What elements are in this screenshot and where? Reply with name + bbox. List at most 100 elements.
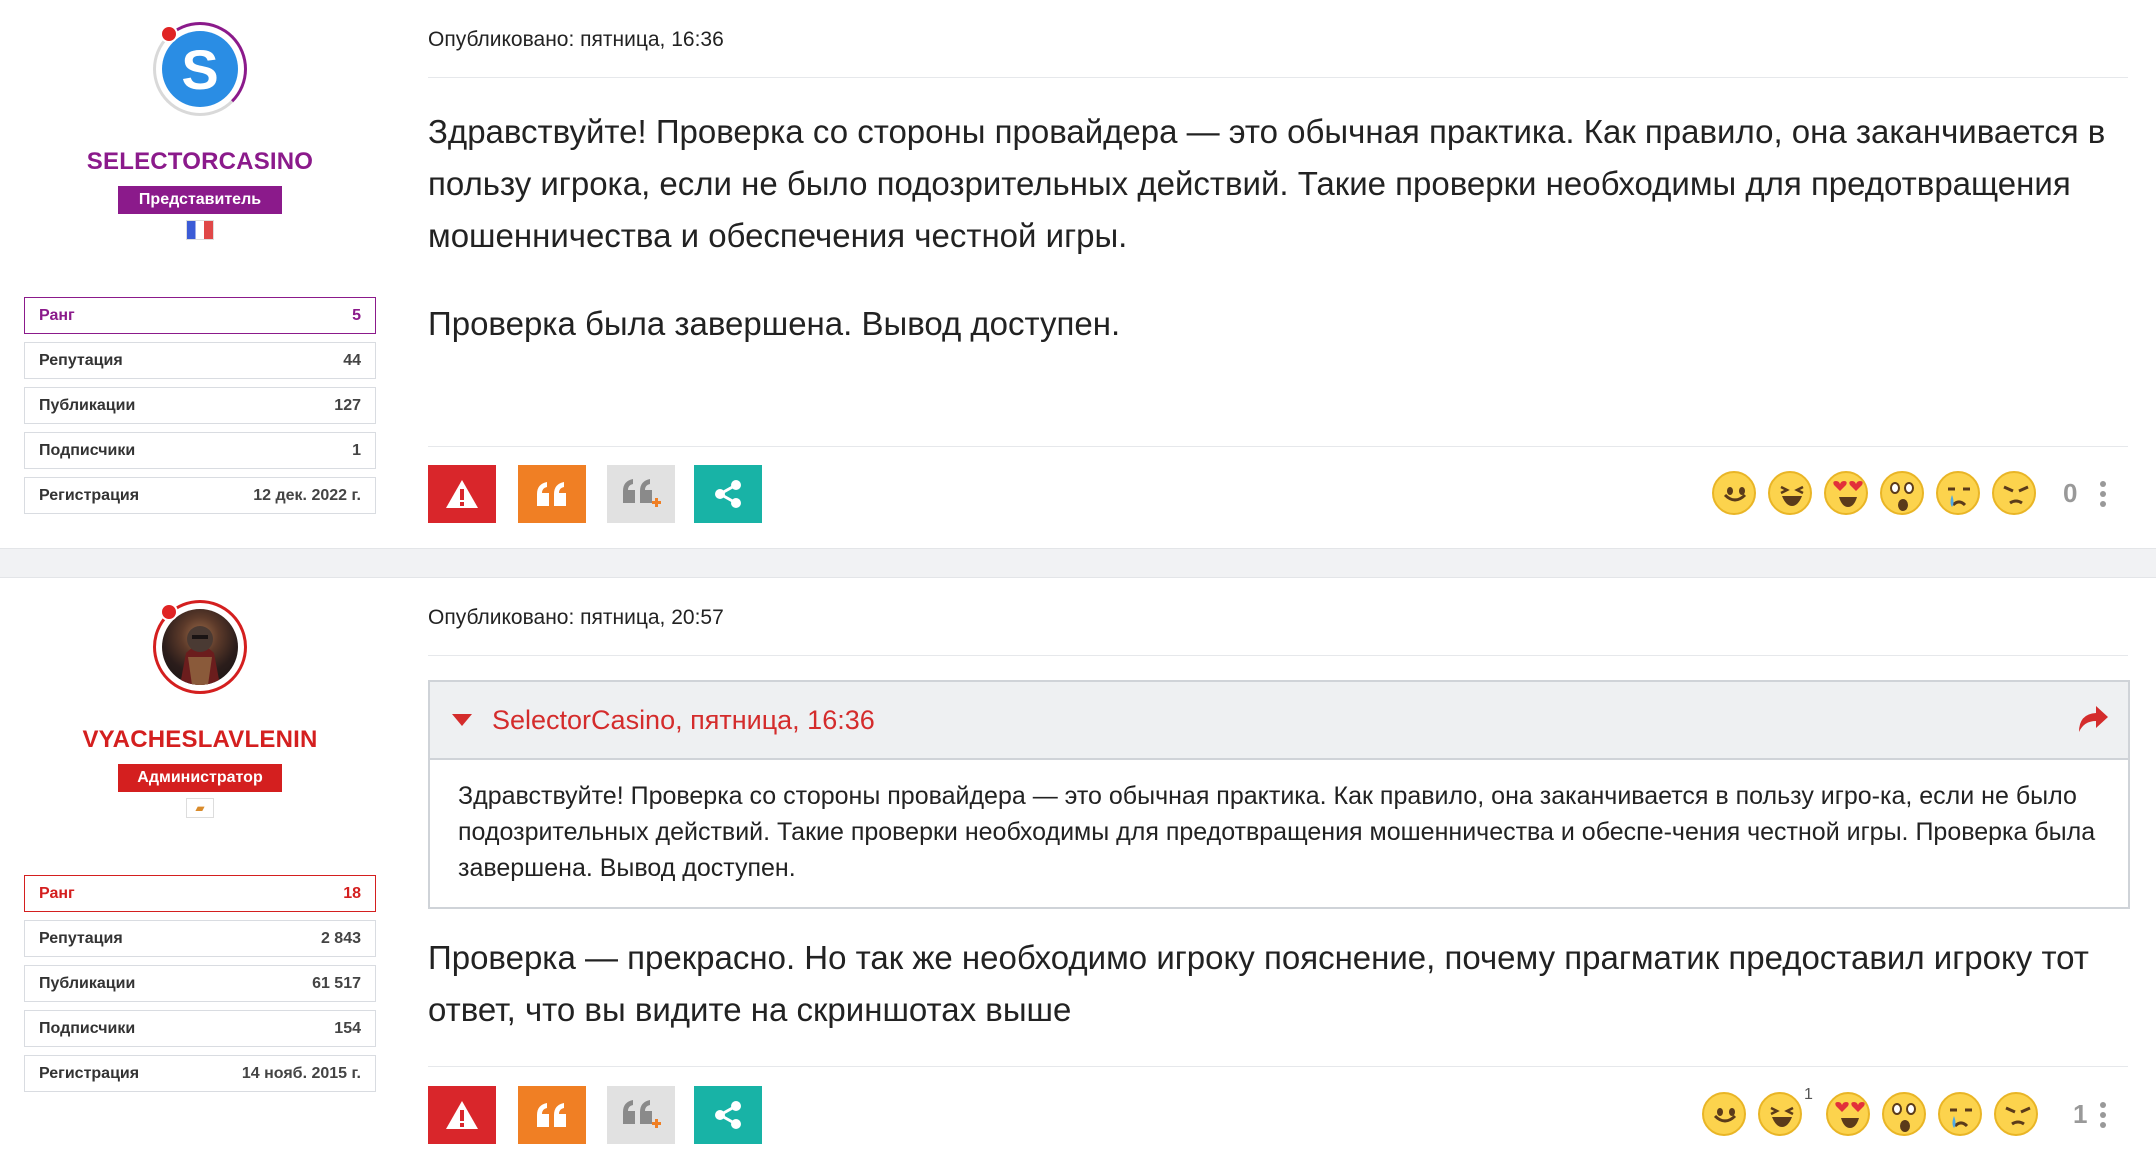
- sad-reaction-icon[interactable]: [1936, 471, 1980, 515]
- avatar[interactable]: S: [153, 22, 247, 116]
- post-content: Опубликовано: пятница, 20:57 SelectorCas…: [428, 578, 2130, 1168]
- love-reaction-icon[interactable]: [1826, 1092, 1870, 1136]
- divider: [428, 77, 2128, 78]
- laugh-count: 1: [1804, 1086, 1813, 1103]
- stat-rank: Ранг 18: [24, 875, 376, 912]
- quote-button[interactable]: [518, 1086, 586, 1144]
- stat-value: 61 517: [312, 974, 361, 992]
- author-stats: Ранг 18 Репутация 2 843 Публикации 61 51…: [24, 875, 376, 1100]
- avatar-image: S: [162, 31, 238, 107]
- quote-block: SelectorCasino, пятница, 16:36 Здравству…: [428, 680, 2130, 909]
- post-paragraph: Проверка была завершена. Вывод доступен.: [428, 305, 1121, 342]
- multiquote-icon: [623, 479, 661, 507]
- reactions-bar: 0: [1712, 471, 2132, 521]
- stat-rank: Ранг 5: [24, 297, 376, 334]
- avatar[interactable]: [153, 600, 247, 694]
- author-name[interactable]: VYACHESLAVLENIN: [0, 726, 400, 754]
- stat-reputation: Репутация 2 843: [24, 920, 376, 957]
- smile-reaction-icon[interactable]: [1702, 1092, 1746, 1136]
- stat-value: 12 дек. 2022 г.: [253, 486, 361, 504]
- share-icon: [715, 1101, 741, 1129]
- wow-reaction-icon[interactable]: [1880, 471, 1924, 515]
- multiquote-button[interactable]: [607, 465, 675, 523]
- sad-reaction-icon[interactable]: [1938, 1092, 1982, 1136]
- stat-label: Репутация: [39, 929, 123, 947]
- quote-icon: [537, 482, 566, 506]
- post-content: Опубликовано: пятница, 16:36 Здравствуйт…: [428, 0, 2128, 548]
- quote-title[interactable]: SelectorCasino, пятница, 16:36: [492, 705, 875, 736]
- avatar-letter: S: [181, 37, 219, 101]
- laugh-reaction-icon[interactable]: [1768, 471, 1812, 515]
- reactions-bar: 1 1: [1702, 1086, 2132, 1142]
- quote-button[interactable]: [518, 465, 586, 523]
- online-status-dot: [160, 25, 178, 43]
- stat-followers: Подписчики 154: [24, 1010, 376, 1047]
- stat-label: Регистрация: [39, 1064, 140, 1082]
- post: S SELECTORCASINO Представитель Ранг 5 Ре…: [0, 0, 2156, 548]
- stat-value: 18: [343, 884, 361, 902]
- stat-posts: Публикации 61 517: [24, 965, 376, 1002]
- author-stats: Ранг 5 Репутация 44 Публикации 127 Подпи…: [24, 297, 376, 522]
- role-badge: Представитель: [118, 186, 282, 214]
- share-button[interactable]: [694, 1086, 762, 1144]
- stat-label: Репутация: [39, 351, 123, 369]
- author-panel: S SELECTORCASINO Представитель Ранг 5 Ре…: [0, 0, 400, 548]
- post-separator: [0, 548, 2156, 578]
- post-date[interactable]: Опубликовано: пятница, 16:36: [428, 28, 724, 52]
- report-button[interactable]: [428, 1086, 496, 1144]
- cyprus-flag-icon: ▰: [186, 798, 214, 818]
- stat-label: Ранг: [39, 306, 75, 324]
- author-panel: VYACHESLAVLENIN Администратор ▰ Ранг 18 …: [0, 578, 400, 1168]
- stat-label: Подписчики: [39, 1019, 136, 1037]
- more-options-icon[interactable]: [2100, 481, 2106, 511]
- go-to-quote-icon[interactable]: [2076, 704, 2110, 734]
- laugh-reaction-icon[interactable]: [1758, 1092, 1802, 1136]
- stat-reputation: Репутация 44: [24, 342, 376, 379]
- stat-registration: Регистрация 12 дек. 2022 г.: [24, 477, 376, 514]
- share-icon: [715, 480, 741, 508]
- post-date[interactable]: Опубликовано: пятница, 20:57: [428, 606, 724, 630]
- role-badge: Администратор: [118, 764, 282, 792]
- report-button[interactable]: [428, 465, 496, 523]
- stat-value: 154: [334, 1019, 361, 1037]
- smile-reaction-icon[interactable]: [1712, 471, 1756, 515]
- more-options-icon[interactable]: [2100, 1102, 2106, 1132]
- stat-followers: Подписчики 1: [24, 432, 376, 469]
- stat-value: 1: [352, 441, 361, 459]
- post-paragraph: Здравствуйте! Проверка со стороны провай…: [428, 113, 2106, 254]
- angry-reaction-icon[interactable]: [1994, 1092, 2038, 1136]
- reaction-count[interactable]: 1: [2073, 1099, 2087, 1130]
- stat-value: 14 нояб. 2015 г.: [241, 1064, 361, 1082]
- multiquote-button[interactable]: [607, 1086, 675, 1144]
- divider: [428, 1066, 2128, 1067]
- stat-registration: Регистрация 14 нояб. 2015 г.: [24, 1055, 376, 1092]
- quote-icon: [537, 1103, 566, 1127]
- stat-value: 5: [352, 306, 361, 324]
- stat-value: 44: [343, 351, 361, 369]
- stat-value: 127: [334, 396, 361, 414]
- angry-reaction-icon[interactable]: [1992, 471, 2036, 515]
- stat-posts: Публикации 127: [24, 387, 376, 424]
- stat-value: 2 843: [320, 929, 361, 947]
- quote-text: Здравствуйте! Проверка со стороны провай…: [458, 782, 2096, 882]
- stat-label: Ранг: [39, 884, 75, 902]
- share-button[interactable]: [694, 465, 762, 523]
- collapse-caret-icon[interactable]: [452, 714, 472, 726]
- warning-icon: [446, 1101, 478, 1129]
- divider: [428, 446, 2128, 447]
- reaction-count[interactable]: 0: [2063, 478, 2077, 509]
- post: VYACHESLAVLENIN Администратор ▰ Ранг 18 …: [0, 578, 2156, 1168]
- quote-header[interactable]: SelectorCasino, пятница, 16:36: [430, 682, 2128, 760]
- author-name[interactable]: SELECTORCASINO: [0, 148, 400, 176]
- stat-label: Публикации: [39, 974, 136, 992]
- post-paragraph: Проверка — прекрасно. Но так же необходи…: [428, 939, 2089, 1028]
- avatar-image: [162, 609, 238, 685]
- multiquote-icon: [623, 1100, 661, 1128]
- stat-label: Подписчики: [39, 441, 136, 459]
- stat-label: Публикации: [39, 396, 136, 414]
- divider: [428, 655, 2128, 656]
- france-flag-icon: [186, 220, 214, 240]
- wow-reaction-icon[interactable]: [1882, 1092, 1926, 1136]
- online-status-dot: [160, 603, 178, 621]
- love-reaction-icon[interactable]: [1824, 471, 1868, 515]
